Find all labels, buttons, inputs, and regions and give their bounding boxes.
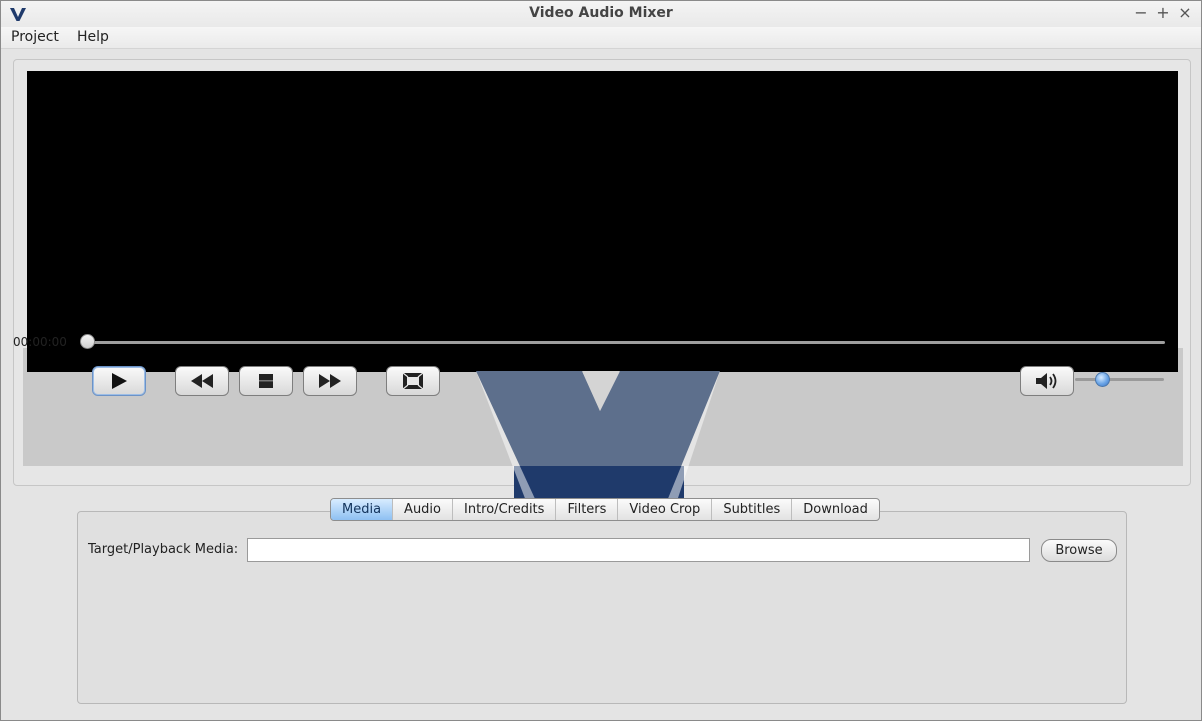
speaker-icon: [1036, 373, 1057, 389]
browse-button[interactable]: Browse: [1041, 539, 1117, 562]
tab-audio[interactable]: Audio: [392, 499, 452, 520]
maximize-button[interactable]: +: [1155, 4, 1171, 22]
menu-help[interactable]: Help: [77, 29, 109, 45]
time-display: 00:00:00: [13, 335, 67, 349]
fullscreen-icon: [402, 372, 424, 390]
fast-forward-icon: [319, 374, 341, 388]
tab-media[interactable]: Media: [331, 499, 393, 520]
window-title: Video Audio Mixer: [529, 5, 673, 21]
window-controls: − + ×: [1133, 4, 1193, 22]
target-media-input[interactable]: [247, 538, 1030, 562]
tab-intro-credits[interactable]: Intro/Credits: [452, 499, 555, 520]
volume-slider[interactable]: [1075, 378, 1164, 381]
title-bar: Video Audio Mixer − + ×: [1, 1, 1201, 27]
tab-video-crop[interactable]: Video Crop: [617, 499, 711, 520]
tab-subtitles[interactable]: Subtitles: [711, 499, 791, 520]
video-screen[interactable]: [27, 71, 1178, 372]
rewind-button[interactable]: [175, 366, 229, 396]
close-button[interactable]: ×: [1177, 4, 1193, 22]
player-panel: [13, 59, 1191, 501]
volume-button[interactable]: [1020, 366, 1074, 396]
menu-project[interactable]: Project: [11, 29, 59, 45]
fullscreen-button[interactable]: [386, 366, 440, 396]
app-window: Video Audio Mixer − + × Project Help 00:…: [0, 0, 1202, 721]
target-media-label: Target/Playback Media:: [88, 542, 239, 557]
tab-filters[interactable]: Filters: [555, 499, 617, 520]
fast-forward-button[interactable]: [303, 366, 357, 396]
minimize-button[interactable]: −: [1133, 4, 1149, 22]
seek-slider-handle[interactable]: [80, 334, 95, 349]
play-icon: [112, 373, 127, 389]
watermark-logo-icon: [476, 371, 720, 501]
rewind-icon: [191, 374, 213, 388]
volume-slider-handle[interactable]: [1094, 372, 1110, 387]
play-button[interactable]: [92, 366, 146, 396]
stop-button[interactable]: [239, 366, 293, 396]
menu-bar: Project Help: [1, 27, 1201, 49]
tab-bar: Media Audio Intro/Credits Filters Video …: [330, 498, 880, 521]
stop-icon: [259, 374, 273, 388]
tab-download[interactable]: Download: [791, 499, 879, 520]
seek-slider[interactable]: [87, 341, 1165, 344]
